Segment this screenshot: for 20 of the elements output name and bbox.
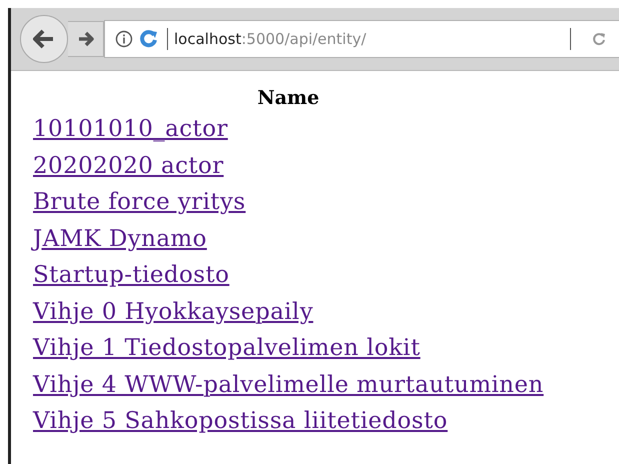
left-arrow-icon <box>33 29 55 49</box>
entity-link[interactable]: Vihje 0 Hyokkaysepaily <box>33 298 314 324</box>
entity-link[interactable]: Vihje 4 WWW-palvelimelle murtautuminen <box>33 372 544 398</box>
entity-link[interactable]: Startup-tiedosto <box>33 262 230 288</box>
entity-link[interactable]: Brute force yritys <box>33 189 246 215</box>
entity-link[interactable]: Vihje 5 Sahkopostissa liitetiedosto <box>33 408 448 434</box>
reload-icon <box>139 29 159 49</box>
entity-link[interactable]: 10101010_actor <box>33 116 228 142</box>
url-host: localhost <box>174 30 242 48</box>
back-button[interactable] <box>20 15 68 63</box>
entity-link[interactable]: 20202020 actor <box>33 152 224 178</box>
entity-link[interactable]: JAMK Dynamo <box>33 226 207 252</box>
right-arrow-icon <box>76 31 94 47</box>
reload-button[interactable] <box>591 31 607 47</box>
url-path: :5000/api/entity/ <box>241 30 366 48</box>
forward-button[interactable] <box>68 21 104 57</box>
entity-link[interactable]: Vihje 1 Tiedostopalvelimen lokit <box>33 335 420 361</box>
info-icon[interactable] <box>115 30 133 48</box>
address-field[interactable]: localhost:5000/api/entity/ <box>104 20 619 58</box>
column-header: Name <box>256 87 320 111</box>
